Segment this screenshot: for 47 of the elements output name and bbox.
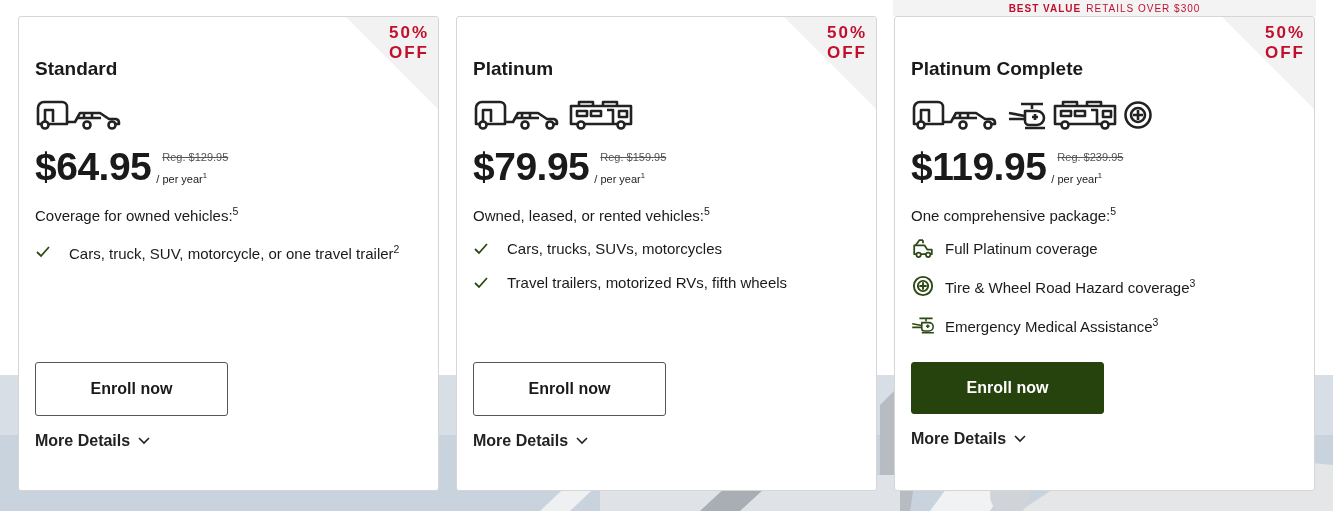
regular-price: Reg. $129.95	[162, 151, 229, 164]
feature-text: Cars, truck, SUV, motorcycle, or one travel trailer$^{2}$	[69, 242, 400, 264]
discount-label: 50%	[1264, 23, 1305, 43]
rv-icon	[569, 100, 633, 130]
discount-label: OFF	[827, 43, 867, 63]
more-details-toggle[interactable]: More Details	[911, 430, 1027, 448]
price: $79.95	[473, 145, 590, 189]
chevron-down-icon	[138, 437, 151, 445]
more-details-toggle[interactable]: More Details	[473, 432, 589, 450]
banner-text: RETAILS OVER $300	[1086, 2, 1201, 14]
discount-label: 50%	[826, 23, 867, 43]
enroll-button[interactable]: Enroll now	[473, 362, 666, 416]
coverage-description: One comprehensive package:$^{5}$	[911, 204, 1118, 226]
chevron-down-icon	[576, 437, 589, 445]
chevron-down-icon	[1014, 435, 1027, 443]
feature-text: Cars, trucks, SUVs, motorcycles	[507, 239, 723, 259]
billing-period: / per year$^{1}$	[1051, 171, 1104, 185]
plan-name: Platinum	[473, 57, 555, 81]
enroll-button[interactable]: Enroll now	[35, 362, 228, 416]
price: $119.95	[911, 145, 1047, 189]
helicopter-icon	[1007, 100, 1047, 130]
price: $64.95	[35, 145, 152, 189]
plan-name: Platinum Complete	[911, 57, 1085, 81]
tow-truck-icon	[911, 238, 935, 260]
discount-label: OFF	[389, 43, 429, 63]
feature-text: Tire & Wheel Road Hazard coverage$^{3}$	[945, 276, 1196, 298]
check-icon	[474, 243, 488, 255]
tire-icon	[911, 274, 935, 297]
coverage-description: Coverage for owned vehicles:$^{5}$	[35, 204, 240, 226]
feature-text: Full Platinum coverage	[945, 239, 1098, 259]
check-icon	[36, 245, 50, 258]
regular-price: Reg. $239.95	[1057, 151, 1124, 164]
feature-text: Emergency Medical Assistance$^{3}$	[945, 315, 1159, 337]
coverage-description: Owned, leased, or rented vehicles:$^{5}$	[473, 204, 711, 226]
discount-label: OFF	[1265, 43, 1305, 63]
feature-text: Travel trailers, motorized RVs, fifth wheels	[507, 273, 788, 293]
discount-label: 50%	[388, 23, 429, 43]
regular-price: Reg. $159.95	[600, 151, 667, 164]
plan-name: Standard	[35, 57, 119, 81]
billing-period: / per year$^{1}$	[156, 171, 209, 185]
more-details-toggle[interactable]: More Details	[35, 432, 151, 450]
banner-highlight: BEST VALUE	[1008, 2, 1082, 14]
tire-icon	[1123, 100, 1153, 130]
billing-period: / per year$^{1}$	[594, 171, 647, 185]
check-icon	[474, 277, 488, 289]
rv-icon	[1053, 100, 1117, 130]
enroll-button[interactable]: Enroll now	[911, 362, 1104, 414]
